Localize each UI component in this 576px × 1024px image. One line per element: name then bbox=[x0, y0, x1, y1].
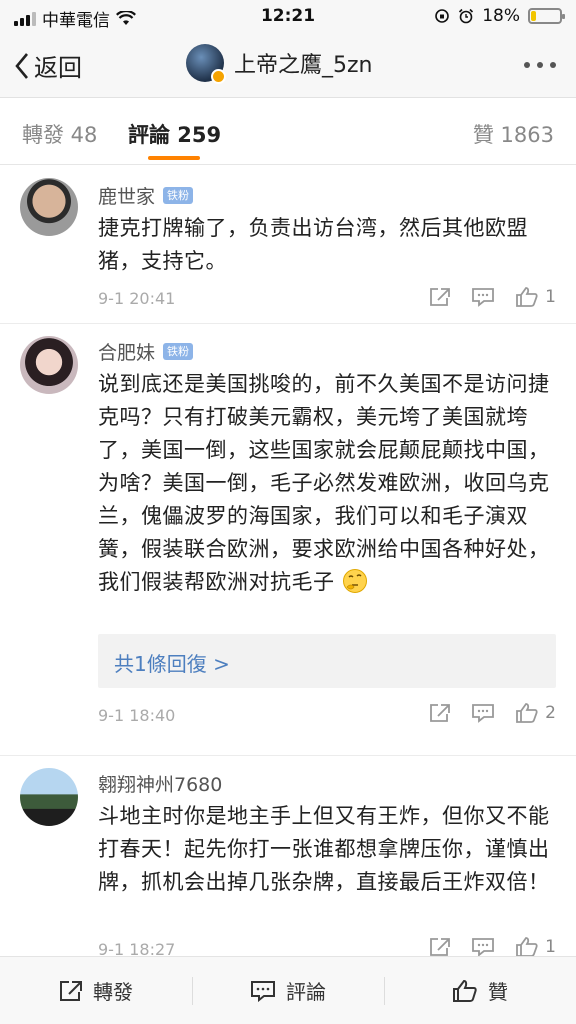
fan-badge: 铁粉 bbox=[163, 343, 194, 360]
back-label: 返回 bbox=[34, 54, 82, 82]
reply-button[interactable] bbox=[471, 287, 495, 307]
repost-button[interactable]: 轉發 bbox=[0, 957, 192, 1024]
share-icon bbox=[430, 288, 451, 306]
battery-percent: 18% bbox=[482, 6, 520, 26]
comment-icon bbox=[472, 938, 495, 956]
profile-header[interactable]: 上帝之鷹_5zn bbox=[186, 44, 373, 84]
replies-label[interactable]: 共1條回復 > bbox=[114, 648, 230, 677]
page-title: 上帝之鷹_5zn bbox=[234, 53, 373, 78]
status-right: 18% bbox=[434, 6, 565, 26]
comment-item: 合肥妹 铁粉 说到底还是美国挑唆的，前不久美国不是访问捷克吗？只有打破美元霸权，… bbox=[0, 324, 576, 756]
tab-bar: 轉發 48 評論 259 贊 1863 bbox=[0, 99, 576, 165]
verified-icon bbox=[211, 69, 226, 84]
comment-text: 捷克打牌输了，负责出访台湾，然后其他欧盟猪，支持它。 bbox=[98, 216, 528, 273]
repost-label: 轉發 bbox=[93, 980, 133, 1004]
like-count: 1 bbox=[545, 287, 556, 307]
comment-author-row: 鹿世家 铁粉 bbox=[98, 182, 194, 209]
active-tab-indicator bbox=[148, 156, 200, 160]
avatar[interactable] bbox=[20, 768, 78, 826]
like-button[interactable]: 贊 bbox=[384, 957, 576, 1024]
comment-time: 9-1 18:40 bbox=[98, 706, 176, 725]
comment-author-row: 合肥妹 铁粉 bbox=[98, 338, 194, 365]
like-button[interactable]: 1 bbox=[515, 936, 556, 956]
comment-text: 说到底还是美国挑唆的，前不久美国不是访问捷克吗？只有打破美元霸权，美元垮了美国就… bbox=[98, 368, 554, 599]
thumbs-up-icon bbox=[516, 287, 538, 307]
like-count: 1 bbox=[545, 937, 556, 956]
comment-icon bbox=[472, 288, 495, 307]
thumbs-up-icon bbox=[516, 703, 538, 723]
comment-list: 鹿世家 铁粉 捷克打牌输了，负责出访台湾，然后其他欧盟猪，支持它。 9-1 20… bbox=[0, 166, 576, 956]
comment-actions: 1 bbox=[429, 936, 556, 956]
tab-comments[interactable]: 評論 259 bbox=[128, 119, 221, 149]
comment-text: 斗地主时你是地主手上但又有王炸，但你又不能打春天！起先你打一张谁都想拿牌压你，谨… bbox=[98, 804, 550, 894]
share-icon bbox=[60, 980, 82, 1001]
comment-text-content: 说到底还是美国挑唆的，前不久美国不是访问捷克吗？只有打破美元霸权，美元垮了美国就… bbox=[98, 372, 550, 594]
comment-icon bbox=[472, 704, 495, 723]
navigation-bar: 返回 上帝之鷹_5zn bbox=[0, 32, 576, 98]
comment-label: 評論 bbox=[286, 980, 326, 1004]
comment-item: 翱翔神州7680 斗地主时你是地主手上但又有王炸，但你又不能打春天！起先你打一张… bbox=[0, 756, 576, 956]
like-count: 2 bbox=[545, 703, 556, 723]
fan-badge: 铁粉 bbox=[163, 187, 194, 204]
replies-link[interactable]: 共1條回復 > bbox=[98, 634, 556, 688]
reply-button[interactable] bbox=[471, 703, 495, 723]
like-button[interactable]: 2 bbox=[515, 702, 556, 724]
share-icon bbox=[430, 704, 451, 722]
like-button[interactable]: 1 bbox=[515, 286, 556, 308]
comment-actions: 1 bbox=[429, 286, 556, 308]
share-button[interactable] bbox=[429, 287, 451, 307]
share-button[interactable] bbox=[429, 703, 451, 723]
comment-item: 鹿世家 铁粉 捷克打牌输了，负责出访台湾，然后其他欧盟猪，支持它。 9-1 20… bbox=[0, 166, 576, 324]
comment-time: 9-1 18:27 bbox=[98, 940, 176, 956]
comment-time: 9-1 20:41 bbox=[98, 289, 176, 308]
tab-reposts[interactable]: 轉發 48 bbox=[22, 119, 97, 149]
chevron-left-icon bbox=[15, 52, 28, 79]
avatar[interactable] bbox=[20, 178, 78, 236]
comment-author[interactable]: 翱翔神州7680 bbox=[98, 770, 222, 797]
more-options-button[interactable] bbox=[524, 62, 556, 68]
comment-actions: 2 bbox=[429, 702, 556, 724]
like-label: 贊 bbox=[488, 980, 508, 1004]
alarm-icon bbox=[459, 8, 474, 24]
orientation-lock-icon bbox=[435, 9, 450, 23]
thumbs-up-icon bbox=[453, 979, 477, 1002]
comment-icon bbox=[251, 980, 275, 1002]
share-button[interactable] bbox=[429, 937, 451, 956]
comment-author[interactable]: 鹿世家 bbox=[98, 182, 155, 209]
avatar[interactable] bbox=[20, 336, 78, 394]
back-button[interactable]: 返回 bbox=[14, 48, 82, 83]
share-icon bbox=[430, 938, 451, 956]
comment-author[interactable]: 合肥妹 bbox=[98, 338, 155, 365]
thumbs-up-icon bbox=[516, 937, 538, 956]
avatar[interactable] bbox=[186, 44, 226, 84]
status-bar: 中華電信 12:21 18% bbox=[0, 0, 576, 32]
tab-likes[interactable]: 贊 1863 bbox=[473, 119, 554, 149]
comment-author-row: 翱翔神州7680 bbox=[98, 770, 222, 797]
comment-button[interactable]: 評論 bbox=[192, 957, 384, 1024]
reply-button[interactable] bbox=[471, 937, 495, 956]
thinking-emoji-icon bbox=[342, 569, 367, 593]
battery-icon bbox=[528, 8, 565, 24]
bottom-action-bar: 轉發 評論 贊 bbox=[0, 956, 576, 1024]
